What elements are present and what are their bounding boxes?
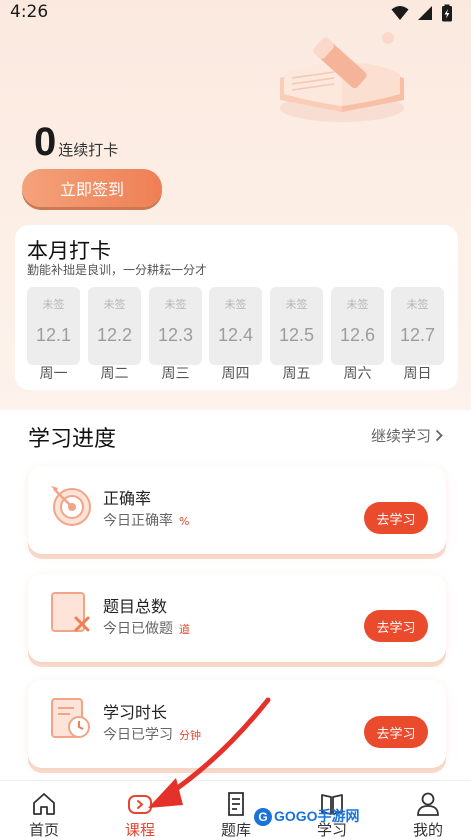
card-desc-text: 今日正确率 — [103, 513, 173, 529]
study-clock-icon — [51, 698, 90, 738]
tab-label: 首页 — [28, 821, 59, 839]
continue-learning-label: 继续学习 — [370, 427, 431, 445]
book-pencil-illustration — [280, 32, 404, 122]
month-checkin-subtitle: 勤能补拙是良训，一分耕耘一分才 — [27, 263, 208, 277]
progress-section-title: 学习进度 — [28, 427, 117, 452]
day-cell[interactable]: 未签 12.3 — [149, 287, 202, 365]
watermark-logo: G GOGO手游网 — [254, 806, 360, 826]
question-sheet-icon — [51, 592, 90, 632]
wifi-icon — [391, 6, 409, 20]
card-desc-text: 今日已学习 — [103, 727, 173, 743]
tab-label: 我的 — [412, 821, 443, 839]
tab-profile[interactable]: 我的 — [388, 791, 468, 840]
card-title: 正确率 — [103, 489, 152, 508]
day-status: 未签 — [406, 298, 429, 311]
day-date: 12.2 — [96, 325, 133, 345]
accuracy-card[interactable]: 正确率 今日正确率% 去学习 — [28, 466, 446, 554]
go-study-button[interactable]: 去学习 — [364, 610, 428, 642]
watermark-g-icon: G — [254, 808, 272, 826]
day-cell[interactable]: 未签 12.7 — [391, 287, 444, 365]
question-bank-icon — [228, 792, 244, 816]
day-weekday: 周四 — [221, 366, 250, 382]
card-desc: 今日已做题道 — [103, 618, 190, 638]
course-play-icon — [128, 795, 152, 814]
tab-label: 课程 — [124, 821, 155, 839]
tab-home[interactable]: 首页 — [4, 791, 84, 840]
day-status: 未签 — [42, 298, 65, 311]
day-weekday: 周五 — [282, 366, 311, 382]
question-count-card[interactable]: 题目总数 今日已做题道 去学习 — [28, 574, 446, 662]
day-cell[interactable]: 未签 12.2 — [88, 287, 141, 365]
day-date: 12.1 — [35, 325, 72, 345]
day-status: 未签 — [224, 298, 247, 311]
battery-icon — [442, 4, 452, 22]
chevron-right-icon — [435, 429, 443, 442]
day-status: 未签 — [346, 298, 369, 311]
day-status: 未签 — [103, 298, 126, 311]
user-icon — [417, 792, 439, 816]
day-cell[interactable]: 未签 12.6 — [331, 287, 384, 365]
signal-icon — [418, 6, 432, 20]
day-cell[interactable]: 未签 12.1 — [27, 287, 80, 365]
card-title: 学习时长 — [103, 703, 168, 722]
day-date: 12.7 — [399, 325, 436, 345]
card-desc-text: 今日已做题 — [103, 621, 173, 637]
go-study-button[interactable]: 去学习 — [364, 716, 428, 748]
card-desc: 今日正确率% — [103, 510, 189, 530]
signin-button[interactable]: 立即签到 — [22, 169, 162, 207]
day-weekday: 周二 — [100, 366, 129, 382]
day-date: 12.4 — [217, 325, 254, 345]
day-status: 未签 — [164, 298, 187, 311]
study-time-card[interactable]: 学习时长 今日已学习 分钟 去学习 — [28, 680, 446, 768]
go-study-button[interactable]: 去学习 — [364, 502, 428, 534]
status-time: 4:26 — [10, 2, 49, 22]
day-cell[interactable]: 未签 12.5 — [270, 287, 323, 365]
streak-counter: 0 连续打卡 — [34, 120, 118, 164]
day-date: 12.3 — [157, 325, 194, 345]
tab-course[interactable]: 课程 — [100, 791, 180, 840]
day-status: 未签 — [285, 298, 308, 311]
home-icon — [33, 793, 55, 815]
card-unit: % — [179, 515, 190, 528]
card-desc: 今日已学习 分钟 — [103, 724, 201, 744]
card-title: 题目总数 — [103, 597, 168, 616]
card-unit: 分钟 — [179, 729, 201, 742]
day-weekday: 周三 — [161, 366, 190, 382]
month-checkin-card: 本月打卡 勤能补拙是良训，一分耕耘一分才 未签 12.1 周一 未签 12.2 … — [15, 225, 458, 390]
day-weekday: 周一 — [39, 366, 68, 382]
day-date: 12.6 — [339, 325, 376, 345]
continue-learning-link[interactable]: 继续学习 — [371, 425, 443, 446]
card-unit: 道 — [179, 623, 190, 636]
bottom-tab-bar: 首页 课程 题库 学习 我的 — [0, 780, 471, 840]
day-cell[interactable]: 未签 12.4 — [209, 287, 262, 365]
target-icon — [51, 486, 91, 526]
streak-label: 连续打卡 — [58, 141, 119, 159]
day-date: 12.5 — [278, 325, 315, 345]
watermark-text: GOGO手游网 — [274, 808, 360, 824]
day-weekday: 周日 — [403, 366, 432, 382]
streak-count: 0 — [34, 120, 57, 164]
day-weekday: 周六 — [343, 366, 372, 382]
